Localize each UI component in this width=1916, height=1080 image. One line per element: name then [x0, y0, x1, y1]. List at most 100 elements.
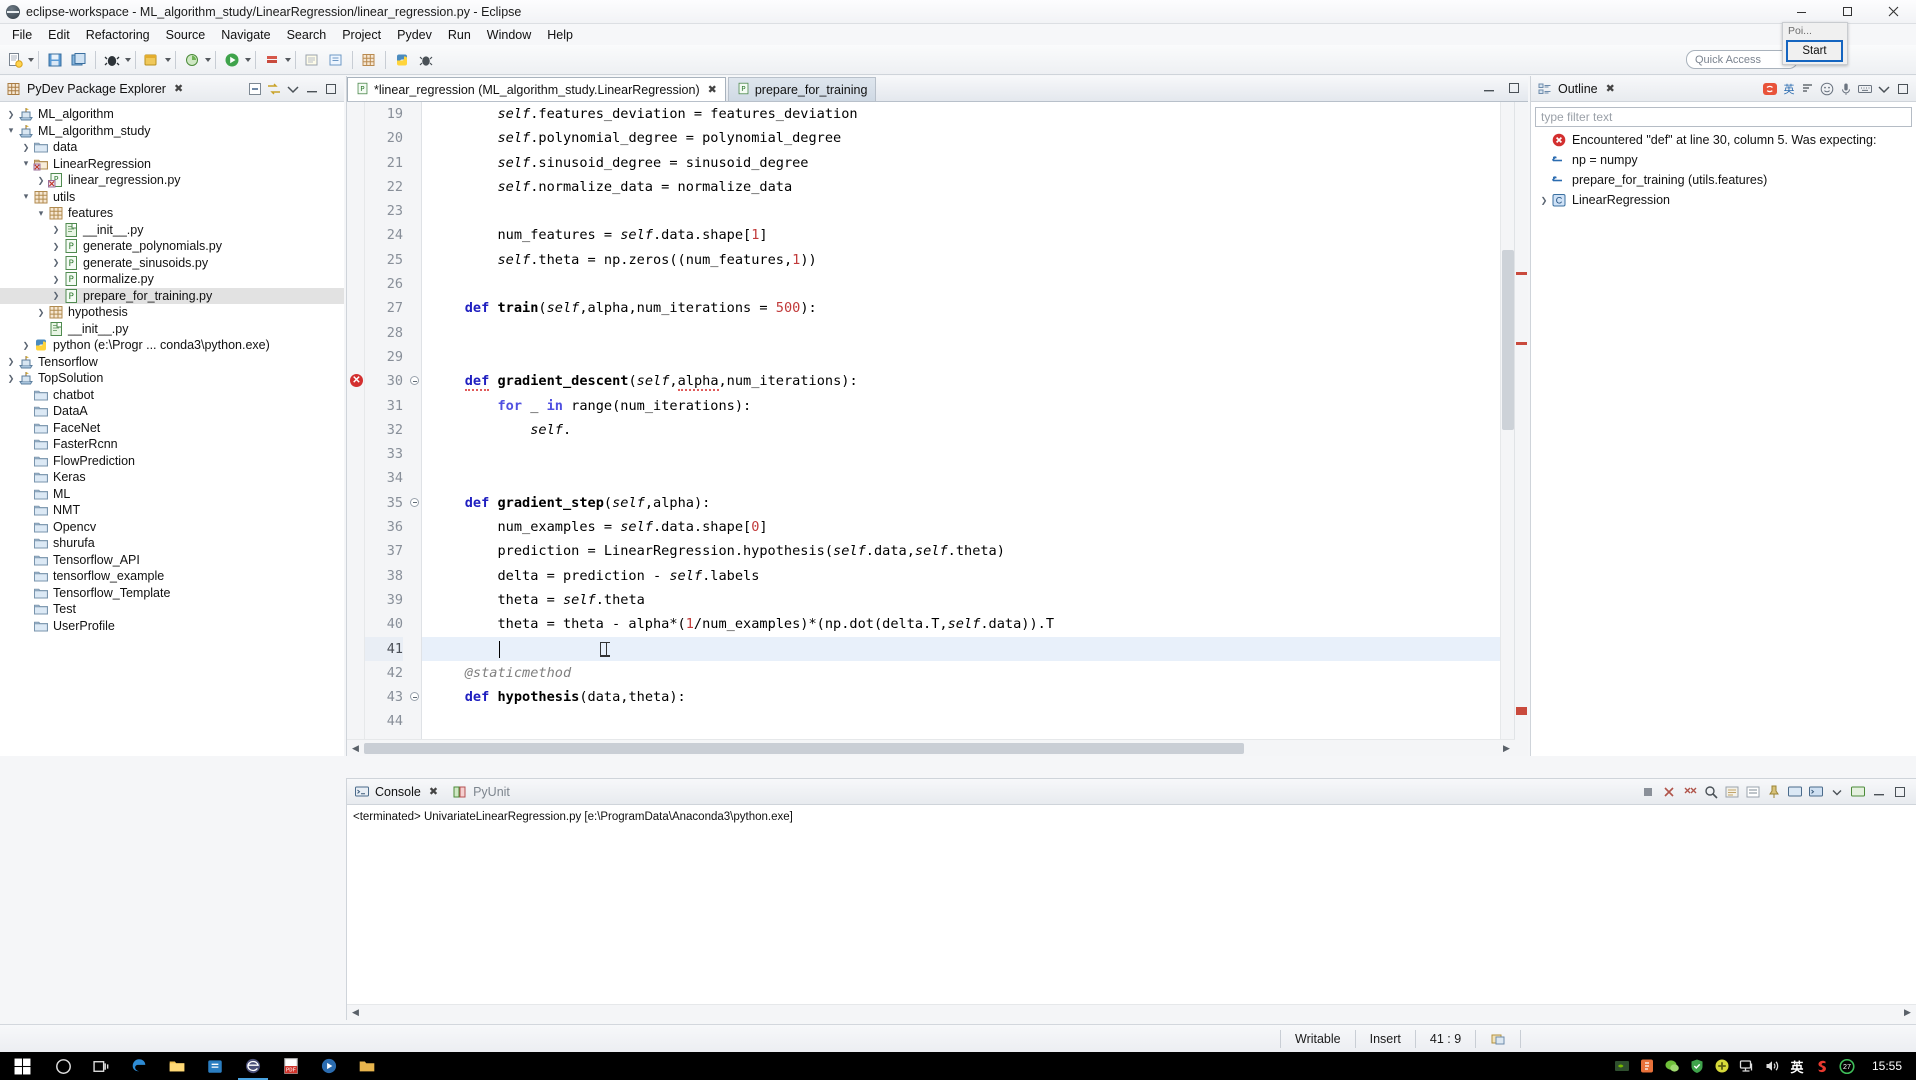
console-hscroll-right-arrow[interactable]: ▶ [1899, 1004, 1916, 1021]
chevron-right-icon[interactable]: ❯ [1537, 192, 1551, 208]
tree-item-opencv[interactable]: Opencv [0, 519, 344, 536]
editor-horizontal-scrollbar[interactable]: ◀ ▶ [347, 739, 1515, 756]
display-console-icon[interactable] [1785, 782, 1805, 802]
code-line[interactable]: self.features_deviation = features_devia… [422, 102, 1514, 126]
editor-maximize-icon[interactable] [1505, 79, 1522, 96]
tray-update-icon[interactable] [1714, 1058, 1730, 1074]
code-area[interactable]: ✕ 19 20 21 22 23 24 25 26 27 28 29 30 31 32 33 34 35 36 37… [347, 102, 1528, 756]
editor-tab-prepare-for-training[interactable]: P prepare_for_training [727, 77, 877, 101]
menu-pydev[interactable]: Pydev [389, 26, 440, 44]
tray-volume-icon[interactable] [1764, 1058, 1780, 1074]
tab-console[interactable]: Console ✖ [347, 784, 445, 800]
menu-navigate[interactable]: Navigate [213, 26, 278, 44]
editor-minimize-icon[interactable] [1480, 79, 1497, 96]
chevron-right-icon[interactable]: ❯ [34, 172, 48, 188]
code-line[interactable]: def hypothesis(data,theta): [422, 685, 1514, 709]
outline-maximize-icon[interactable] [1894, 80, 1911, 97]
overview-error-mark[interactable] [1516, 272, 1527, 275]
microphone-icon[interactable] [1837, 80, 1854, 97]
tree-item-generate-polynomials-py[interactable]: ❯ Pgenerate_polynomials.py [0, 238, 344, 255]
run-last-button[interactable] [141, 49, 163, 71]
run-last-caret[interactable] [165, 57, 171, 62]
code-line[interactable] [422, 636, 1514, 661]
menu-help[interactable]: Help [539, 26, 581, 44]
fold-toggle-icon[interactable] [410, 376, 419, 386]
editor-tab-close-icon[interactable]: ✖ [708, 83, 717, 96]
chevron-down-icon[interactable]: ▾ [4, 123, 18, 139]
code-line[interactable]: def train(self,alpha,num_iterations = 50… [422, 296, 1514, 320]
run-caret[interactable] [245, 57, 251, 62]
chevron-right-icon[interactable]: ❯ [49, 222, 63, 238]
code-line[interactable] [422, 709, 1514, 733]
fold-toggle-icon[interactable] [410, 692, 419, 702]
new-python-project-button[interactable] [301, 49, 323, 71]
tray-wechat-icon[interactable] [1664, 1058, 1680, 1074]
tree-item-userprofile[interactable]: UserProfile [0, 618, 344, 635]
chevron-right-icon[interactable]: ❯ [49, 255, 63, 271]
taskbar-explorer-icon[interactable] [158, 1052, 196, 1080]
tree-item-tensorflow-template[interactable]: Tensorflow_Template [0, 585, 344, 602]
chevron-right-icon[interactable]: ❯ [19, 139, 33, 155]
code-line[interactable]: self. [422, 418, 1514, 442]
tree-item-linear-regression-py[interactable]: ❯ Plinear_regression.py [0, 172, 344, 189]
hscroll-left-arrow[interactable]: ◀ [347, 740, 364, 757]
taskbar-pdf-icon[interactable]: PDF [272, 1052, 310, 1080]
debug-button[interactable] [101, 49, 123, 71]
tree-item-features[interactable]: ▾ features [0, 205, 344, 222]
tree-item-generate-sinusoids-py[interactable]: ❯ Pgenerate_sinusoids.py [0, 255, 344, 272]
overview-ruler[interactable] [1514, 102, 1528, 756]
code-line[interactable]: theta = self.theta [422, 588, 1514, 612]
overview-error-mark-2[interactable] [1516, 342, 1527, 345]
debug-dropdown-caret[interactable] [125, 57, 131, 62]
maximize-button[interactable] [1824, 0, 1870, 24]
code-line[interactable] [422, 321, 1514, 345]
popup-start-button[interactable]: Start [1786, 40, 1843, 62]
chevron-right-icon[interactable]: ❯ [4, 370, 18, 386]
hscroll-right-arrow[interactable]: ▶ [1498, 740, 1515, 757]
outline-tab-close-icon[interactable]: ✖ [1606, 82, 1615, 95]
code-line[interactable]: delta = prediction - self.labels [422, 564, 1514, 588]
keyboard-icon[interactable] [1856, 80, 1873, 97]
python-interpreter-button[interactable] [391, 49, 413, 71]
menu-window[interactable]: Window [479, 26, 539, 44]
minimize-view-icon[interactable] [303, 80, 320, 97]
menu-source[interactable]: Source [158, 26, 214, 44]
taskbar-cortana-icon[interactable] [44, 1052, 82, 1080]
editor-vscroll-thumb[interactable] [1502, 250, 1514, 430]
code-line[interactable]: @staticmethod [422, 661, 1514, 685]
tree-item-ml[interactable]: ML [0, 486, 344, 503]
code-line[interactable] [422, 442, 1514, 466]
link-with-editor-icon[interactable] [265, 80, 282, 97]
tree-item-nmt[interactable]: NMT [0, 502, 344, 519]
chevron-down-icon[interactable]: ▾ [19, 189, 33, 205]
menu-refactoring[interactable]: Refactoring [78, 26, 158, 44]
code-line[interactable]: def gradient_descent(self,alpha,num_iter… [422, 369, 1514, 393]
tree-item-chatbot[interactable]: chatbot [0, 387, 344, 404]
taskbar-folder-icon[interactable] [348, 1052, 386, 1080]
chevron-right-icon[interactable]: ❯ [49, 271, 63, 287]
tab-pyunit[interactable]: PyUnit [445, 784, 517, 800]
sort-icon[interactable] [1799, 80, 1816, 97]
console-dropdown-icon[interactable] [1827, 782, 1847, 802]
run-button[interactable] [221, 49, 243, 71]
coverage-button[interactable] [181, 49, 203, 71]
folding-bar[interactable] [407, 102, 422, 756]
taskbar-store-icon[interactable] [196, 1052, 234, 1080]
debug-config-button[interactable] [415, 49, 437, 71]
tree-item-ml-algorithm[interactable]: ❯ ML_algorithm [0, 106, 344, 123]
code-line[interactable]: num_features = self.data.shape[1] [422, 223, 1514, 247]
console-tab-close-icon[interactable]: ✖ [429, 785, 438, 798]
tree-item-shurufa[interactable]: shurufa [0, 535, 344, 552]
chevron-right-icon[interactable]: ❯ [19, 337, 33, 353]
tray-network-icon[interactable] [1739, 1058, 1755, 1074]
hscroll-thumb[interactable] [364, 742, 1244, 754]
tree-item-keras[interactable]: Keras [0, 469, 344, 486]
remove-all-icon[interactable] [1680, 782, 1700, 802]
menu-search[interactable]: Search [279, 26, 335, 44]
error-marker-icon[interactable]: ✕ [350, 374, 363, 388]
stop-caret[interactable] [285, 57, 291, 62]
chevron-right-icon[interactable]: ❯ [4, 354, 18, 370]
code-line[interactable]: self.sinusoid_degree = sinusoid_degree [422, 151, 1514, 175]
outline-list[interactable]: Encountered "def" at line 30, column 5. … [1531, 130, 1916, 210]
outline-filter-input[interactable]: type filter text [1535, 107, 1912, 127]
